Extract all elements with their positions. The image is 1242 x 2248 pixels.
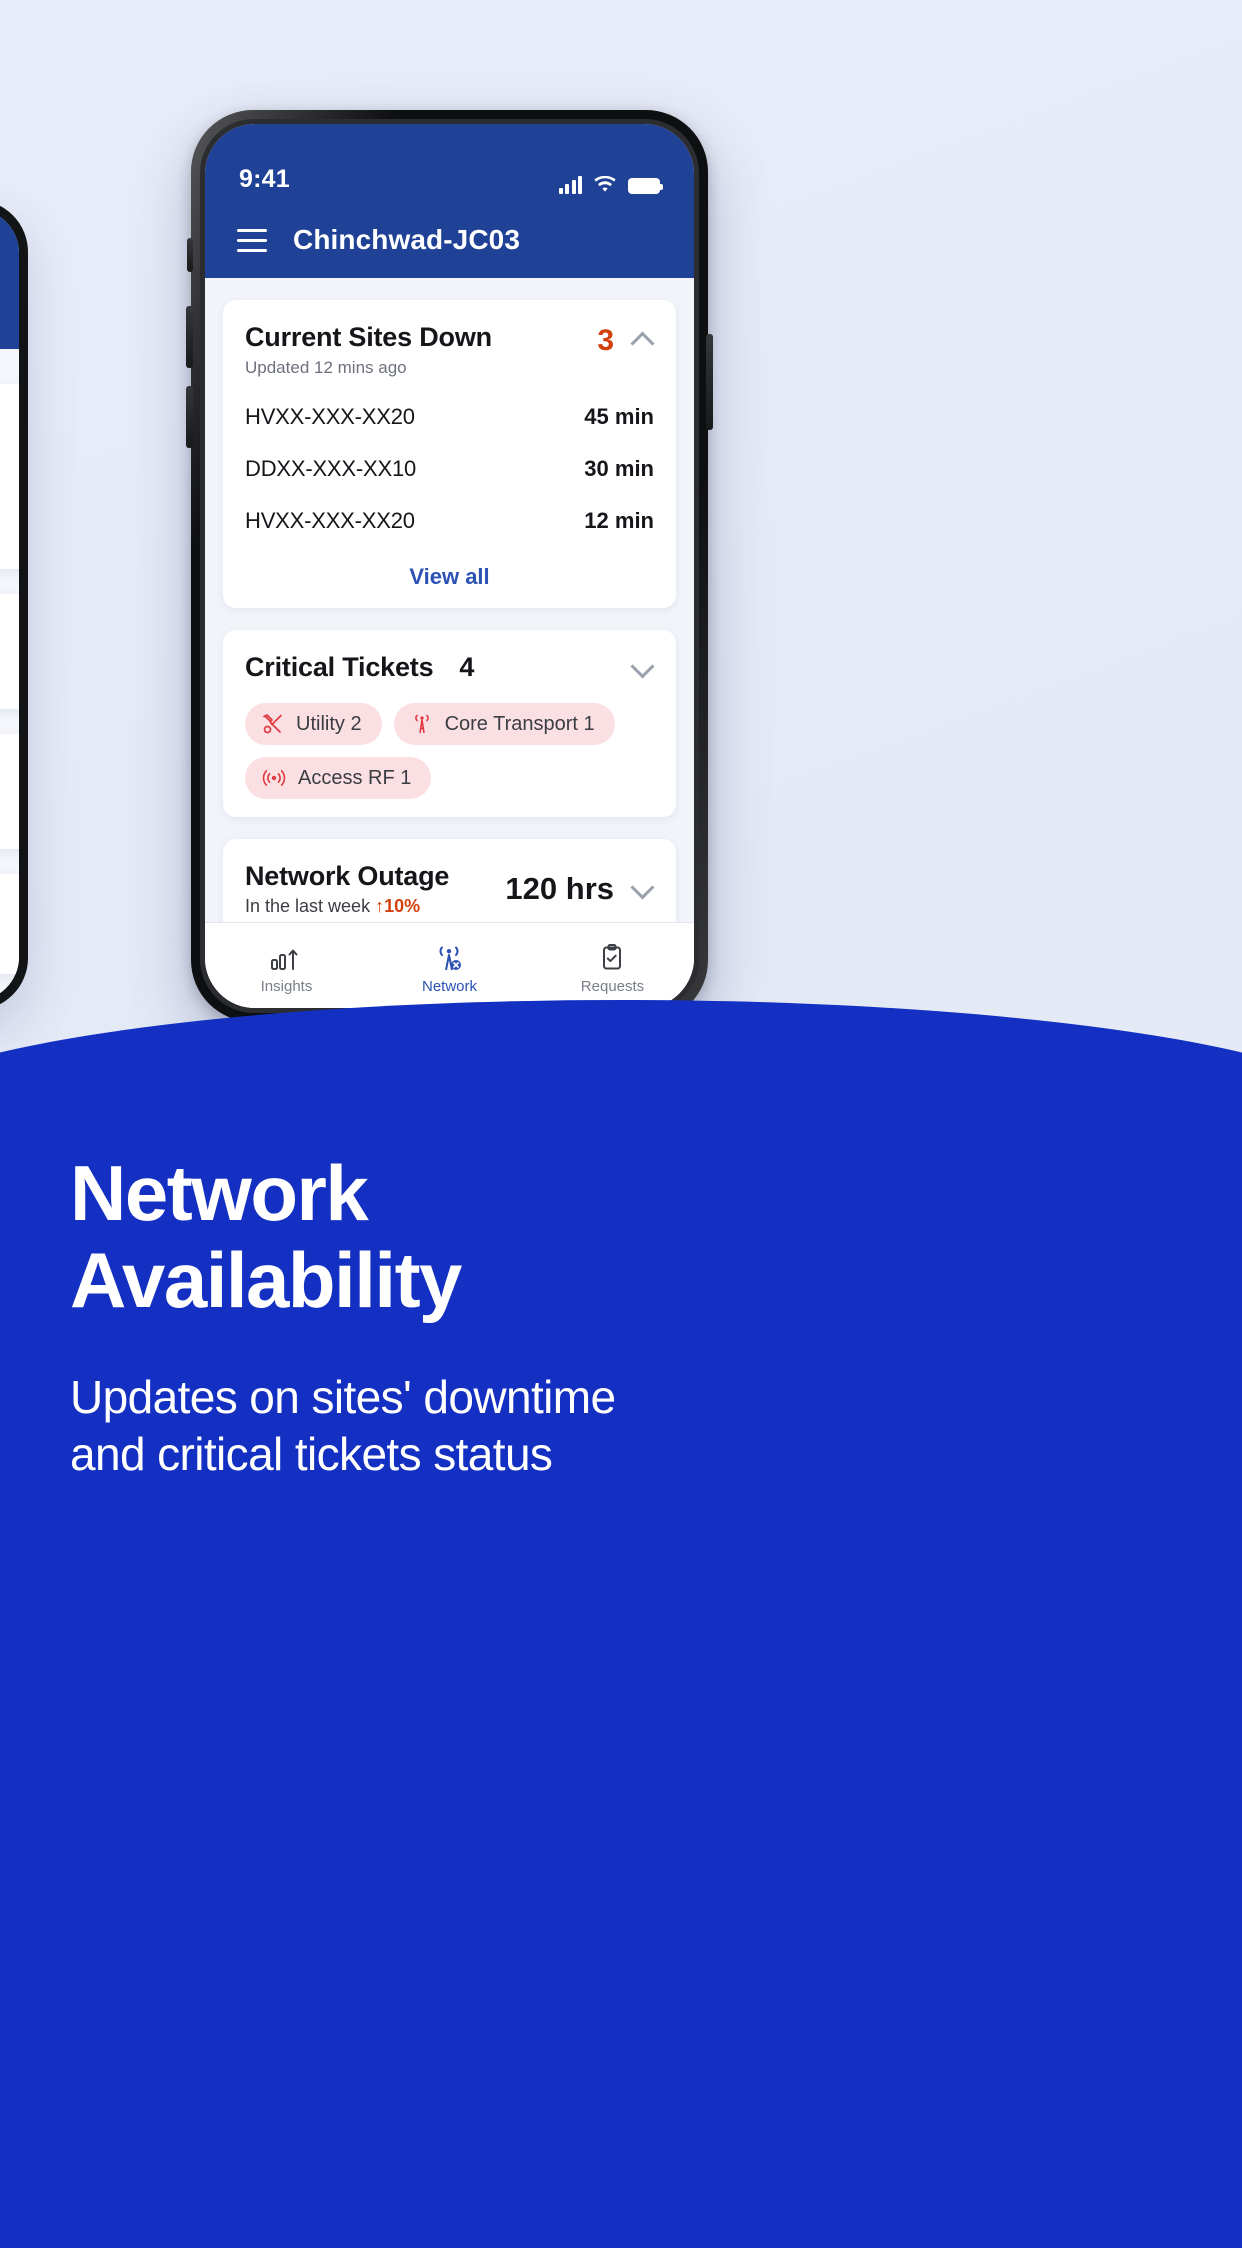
sites-down-title: Current Sites Down: [245, 322, 492, 352]
critical-tickets-count: 4: [459, 652, 475, 682]
ticket-chip-access-rf[interactable]: Access RF 1: [245, 757, 432, 799]
network-tower-alert-icon: [439, 946, 462, 970]
promo-subline-line2: and critical tickets status: [70, 1427, 553, 1480]
secondary-phone-card: [0, 734, 19, 849]
critical-tickets-title: Critical Tickets: [245, 652, 434, 682]
phone-mockup: 9:41 Chinchwad-JC03 Current Sites Down U…: [186, 110, 713, 1022]
table-row[interactable]: DDXX-XXX-XX10 30 min: [245, 456, 654, 482]
site-duration: 45 min: [584, 404, 654, 429]
table-row[interactable]: HVXX-XXX-XX20 45 min: [245, 404, 654, 430]
wifi-icon: [594, 176, 616, 192]
site-name: HVXX-XXX-XX20: [245, 404, 415, 429]
wrench-screwdriver-icon: [263, 714, 282, 734]
card-network-outage: Network Outage In the last week ↑10% 120…: [223, 839, 676, 935]
site-name: DDXX-XXX-XX10: [245, 456, 417, 481]
clipboard-check-icon: [603, 943, 622, 969]
signal-bars-icon: [558, 176, 582, 194]
card-critical-tickets: Critical Tickets 4 Utility 2 Core Transp…: [223, 630, 676, 817]
chip-label: Access RF 1: [298, 766, 412, 789]
phone-screen: 9:41 Chinchwad-JC03 Current Sites Down U…: [205, 124, 694, 1008]
network-outage-period: In the last week: [245, 896, 371, 916]
promo-headline-line2: Availability: [70, 1236, 462, 1325]
chip-label: Core Transport 1: [444, 712, 595, 735]
promo-panel: Network Availability Updates on sites' d…: [0, 1000, 1242, 2248]
table-row[interactable]: HVXX-XXX-XX20 12 min: [245, 508, 654, 534]
chevron-down-icon[interactable]: [632, 878, 654, 900]
status-bar-time: 9:41: [239, 165, 290, 193]
chevron-down-icon[interactable]: [632, 657, 654, 679]
nav-label: Network: [421, 977, 477, 995]
sites-down-count: 3: [597, 324, 614, 357]
page-title: Chinchwad-JC03: [293, 224, 520, 255]
trend-value: 10%: [384, 896, 421, 916]
promo-headline-line1: Network: [70, 1149, 369, 1237]
rf-signal-icon: [262, 770, 286, 786]
nav-label: Insights: [260, 977, 313, 995]
site-duration: 12 min: [584, 508, 654, 533]
app-bar: Chinchwad-JC03: [205, 202, 694, 278]
nav-item-requests[interactable]: Requests: [532, 943, 693, 995]
promo-subline-line1: Updates on sites' downtime: [70, 1370, 616, 1423]
secondary-phone-header: [0, 209, 19, 349]
transport-tower-icon: [414, 714, 429, 734]
nav-item-network[interactable]: Network: [369, 943, 530, 995]
volume-down-button[interactable]: [186, 386, 193, 448]
mute-switch[interactable]: [187, 238, 193, 272]
volume-up-button[interactable]: [186, 306, 193, 368]
ticket-chip-utility[interactable]: Utility 2: [245, 703, 382, 745]
bar-chart-up-icon: [271, 949, 298, 970]
bottom-navigation: Insights Network Requests: [205, 922, 694, 1008]
chip-label: Utility 2: [296, 712, 362, 735]
secondary-phone-mockup: [0, 200, 28, 1010]
secondary-phone-card: [0, 874, 19, 974]
view-all-link[interactable]: View all: [409, 564, 489, 589]
site-duration: 30 min: [584, 456, 654, 481]
battery-icon: [628, 178, 663, 194]
hamburger-menu-icon[interactable]: [237, 228, 267, 252]
promo-subline: Updates on sites' downtime and critical …: [70, 1369, 1172, 1483]
site-name: HVXX-XXX-XX20: [245, 508, 415, 533]
network-outage-title: Network Outage: [245, 861, 450, 891]
ticket-chip-core-transport[interactable]: Core Transport 1: [393, 703, 615, 745]
status-bar: 9:41: [205, 124, 694, 202]
secondary-phone-card: [0, 594, 19, 709]
nav-item-insights[interactable]: Insights: [206, 943, 367, 995]
chevron-up-icon[interactable]: [632, 330, 654, 352]
promo-headline: Network Availability: [70, 1149, 1172, 1325]
secondary-phone-card: [0, 384, 19, 569]
power-button[interactable]: [706, 334, 713, 430]
nav-label: Requests: [580, 977, 645, 995]
sites-down-subtitle: Updated 12 mins ago: [245, 358, 407, 377]
card-current-sites-down: Current Sites Down Updated 12 mins ago 3…: [223, 300, 676, 608]
screen-content: Current Sites Down Updated 12 mins ago 3…: [205, 278, 694, 1008]
trend-arrow-icon: ↑: [375, 896, 385, 916]
network-outage-value: 120 hrs: [505, 871, 614, 906]
